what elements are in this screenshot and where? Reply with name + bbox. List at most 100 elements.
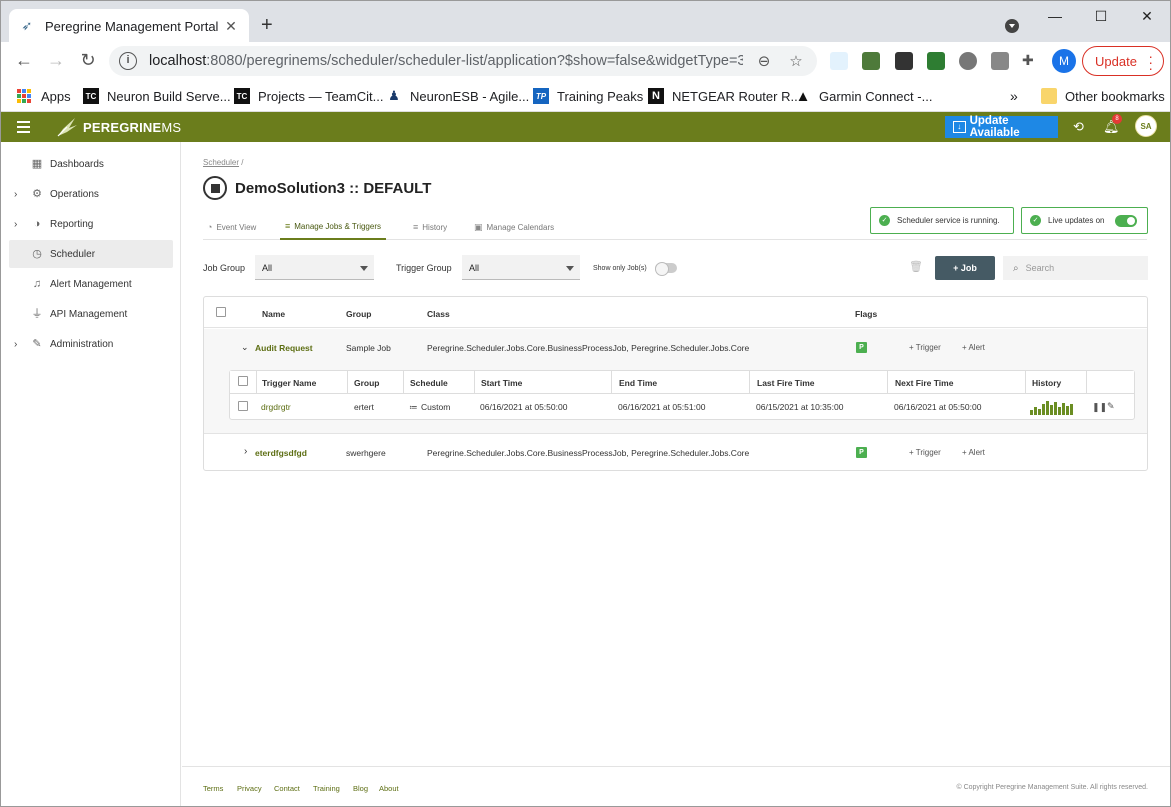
chevron-right-icon[interactable]: › [244, 446, 247, 457]
trigger-name[interactable]: drgdrgtr [261, 402, 291, 412]
header-group[interactable]: Group [346, 309, 372, 319]
brand-logo[interactable]: PEREGRINE MS [55, 116, 181, 138]
site-info-icon[interactable]: i [119, 52, 137, 70]
tab-search-icon[interactable] [1005, 19, 1019, 33]
url-text[interactable]: localhost:8080/peregrinems/scheduler/sch… [149, 53, 743, 69]
maximize-icon[interactable]: ☐ [1078, 1, 1124, 31]
add-job-button[interactable]: + Job [935, 256, 995, 280]
select-all-checkbox[interactable] [216, 307, 226, 317]
bookmark-netgear[interactable]: N NETGEAR Router R... [648, 85, 801, 107]
history-icon[interactable]: ⟲ [1073, 119, 1084, 135]
breadcrumb-link-scheduler[interactable]: Scheduler [203, 158, 239, 167]
add-trigger-link[interactable]: + Trigger [909, 343, 941, 352]
minimize-icon[interactable]: — [1032, 1, 1078, 31]
job-group-select[interactable]: All [255, 255, 374, 280]
circle-extension-icon[interactable] [959, 52, 977, 70]
header-schedule[interactable]: Schedule [410, 378, 448, 388]
calendar-icon: ▣ [474, 221, 483, 232]
sidebar-item-alert-management[interactable]: ♫ Alert Management [9, 270, 173, 298]
tab-manage-calendars[interactable]: ▣ Manage Calendars [474, 214, 554, 240]
search-input[interactable]: ⌕ Search [1003, 256, 1148, 280]
garmin-icon: ▲ [795, 87, 811, 105]
chevron-right-icon[interactable]: › [14, 189, 17, 200]
forward-arrow-icon[interactable]: → [45, 50, 67, 71]
footer-link-blog[interactable]: Blog [353, 784, 368, 793]
header-end-time[interactable]: End Time [619, 378, 657, 388]
header-last-fire-time[interactable]: Last Fire Time [757, 378, 814, 388]
footer-link-terms[interactable]: Terms [203, 784, 223, 793]
profile-avatar[interactable]: M [1052, 49, 1076, 73]
header-trigger-name[interactable]: Trigger Name [262, 378, 316, 388]
footer-link-training[interactable]: Training [313, 784, 340, 793]
browser-update-button[interactable]: Update · · · [1082, 46, 1164, 76]
footer-link-contact[interactable]: Contact [274, 784, 300, 793]
table-row[interactable]: › eterdfgsdfgd swerhgere Peregrine.Sched… [204, 433, 1147, 470]
image-extension-icon[interactable] [862, 52, 880, 70]
trigger-row-checkbox[interactable] [238, 401, 248, 411]
onedrive-extension-icon[interactable] [830, 52, 848, 70]
bookmark-projects-teamcity[interactable]: TC Projects — TeamCit... [234, 85, 383, 107]
add-alert-link[interactable]: + Alert [962, 448, 985, 457]
edit-pencil-icon[interactable]: ✎ [1107, 401, 1115, 412]
sidebar-item-scheduler[interactable]: ◷ Scheduler [9, 240, 173, 268]
footer-link-privacy[interactable]: Privacy [237, 784, 262, 793]
sidebar-item-operations[interactable]: › ⚙ Operations [9, 180, 173, 208]
bookmark-neuron-build[interactable]: TC Neuron Build Serve... [83, 85, 231, 107]
header-name[interactable]: Name [262, 309, 285, 319]
zoom-icon[interactable]: ⊖ [753, 52, 775, 70]
more-menu-icon[interactable]: · · · [1148, 49, 1153, 75]
show-only-jobs-toggle[interactable] [654, 262, 677, 276]
job-name[interactable]: eterdfgsdfgd [255, 448, 307, 458]
header-trigger-group[interactable]: Group [354, 378, 380, 388]
breadcrumb: Scheduler / [203, 158, 244, 167]
user-avatar[interactable]: SA [1135, 115, 1157, 137]
reload-icon[interactable]: ↻ [77, 50, 99, 71]
tab-manage-jobs-triggers[interactable]: ≡ Manage Jobs & Triggers [280, 214, 386, 240]
pause-icon[interactable]: ❚❚ [1092, 402, 1107, 413]
table-row[interactable]: ⌄ Audit Request Sample Job Peregrine.Sch… [204, 329, 1147, 433]
chevron-right-icon[interactable]: › [14, 219, 17, 230]
address-bar[interactable]: i localhost:8080/peregrinems/scheduler/s… [109, 46, 817, 76]
chevron-right-icon[interactable]: › [14, 339, 17, 350]
trigger-schedule: Custom [421, 402, 451, 412]
history-bar [1042, 404, 1045, 415]
trigger-group-select[interactable]: All [462, 255, 580, 280]
footer-link-about[interactable]: About [379, 784, 399, 793]
window-close-icon[interactable]: ✕ [1124, 1, 1170, 31]
sidebar-item-api-management[interactable]: ⏚ API Management [9, 300, 173, 328]
header-start-time[interactable]: Start Time [481, 378, 522, 388]
sidebar-item-administration[interactable]: › ✎ Administration [9, 330, 173, 358]
header-next-fire-time[interactable]: Next Fire Time [895, 378, 953, 388]
other-bookmarks[interactable]: Other bookmarks [1041, 85, 1165, 107]
job-name[interactable]: Audit Request [255, 343, 313, 353]
bookmark-apps[interactable]: Apps [17, 85, 71, 107]
puzzle-extensions-icon[interactable]: ✚ [1022, 52, 1040, 70]
t-extension-icon[interactable] [991, 52, 1009, 70]
tab-history[interactable]: ≡ History [413, 214, 447, 240]
sidebar-item-dashboards[interactable]: ▦ Dashboards [9, 150, 173, 178]
trash-icon[interactable]: 🗑︎ [909, 260, 923, 273]
select-all-triggers-checkbox[interactable] [238, 376, 248, 386]
sidebar-item-reporting[interactable]: › ◑ Reporting [9, 210, 173, 238]
bookmark-neuronesb[interactable]: ♟ NeuronESB - Agile... [386, 85, 529, 107]
header-class[interactable]: Class [427, 309, 450, 319]
back-arrow-icon[interactable]: ← [13, 50, 35, 71]
bookmark-star-icon[interactable]: ☆ [785, 52, 807, 70]
tab-event-view[interactable]: ◔ Event View [207, 214, 256, 240]
x-extension-icon[interactable] [895, 52, 913, 70]
url-path: :8080/peregrinems/scheduler/scheduler-li… [206, 53, 743, 69]
update-available-button[interactable]: ↓ Update Available [945, 115, 1058, 139]
evernote-extension-icon[interactable] [927, 52, 945, 70]
bookmark-training-peaks[interactable]: TP Training Peaks [533, 85, 643, 107]
tab-close-icon[interactable]: ✕ [223, 18, 239, 35]
live-updates-toggle[interactable] [1114, 214, 1137, 227]
browser-tab[interactable]: ➶ Peregrine Management Portal ✕ [9, 9, 249, 43]
add-alert-link[interactable]: + Alert [962, 343, 985, 352]
new-tab-button[interactable]: + [261, 15, 273, 35]
bookmarks-overflow-icon[interactable]: » [1010, 85, 1018, 107]
chevron-down-icon[interactable]: ⌄ [241, 342, 249, 353]
bookmark-garmin[interactable]: ▲ Garmin Connect -... [795, 85, 933, 107]
hamburger-menu-icon[interactable] [17, 121, 30, 133]
add-trigger-link[interactable]: + Trigger [909, 448, 941, 457]
stop-scheduler-icon[interactable] [203, 176, 227, 200]
